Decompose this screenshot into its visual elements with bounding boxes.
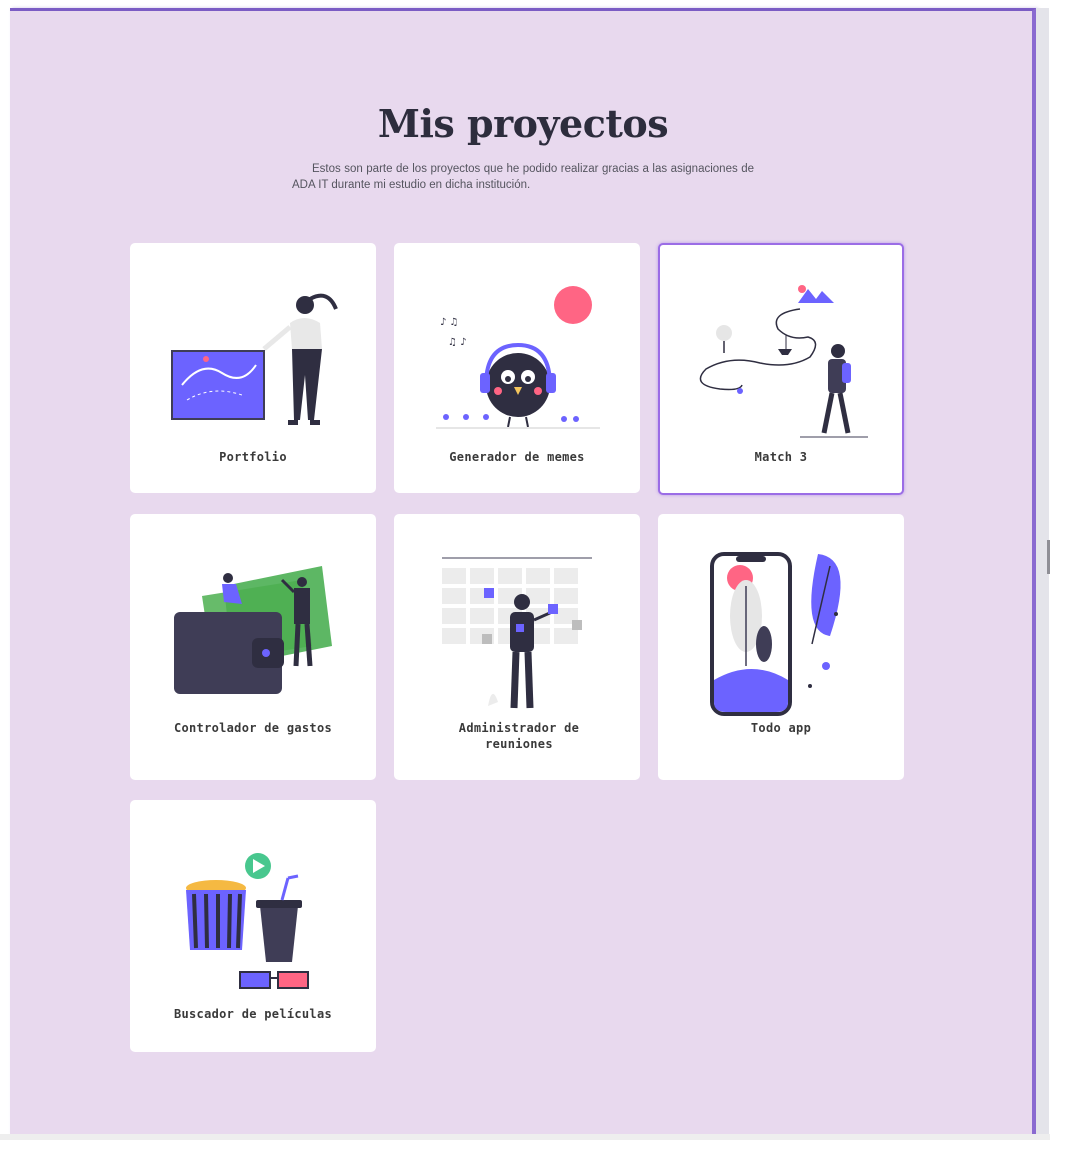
project-card-buscador-de-peliculas[interactable]: Buscador de películas [130,800,376,1052]
scrollbar-thumb[interactable] [1047,540,1050,574]
page-description: Estos son parte de los proyectos que he … [292,163,754,191]
project-card-todo-app[interactable]: Todo app [658,514,904,780]
project-card-portfolio[interactable]: Portfolio [130,243,376,493]
project-label: Todo app [750,721,812,735]
project-label: Match 3 [754,450,808,464]
project-card-administrador-de-reuniones[interactable]: Administrador de reuniones [394,514,640,780]
project-label: Portfolio [219,450,287,464]
project-label: Generador de memes [449,450,585,464]
page-title: Mis proyectos [377,101,669,146]
svg-text:♫ ♪: ♫ ♪ [448,337,467,348]
wallet-with-money-icon [174,566,332,694]
project-label: Buscador de películas [173,1007,333,1021]
bottom-edge [0,1134,1050,1140]
phone-with-leaf-icon [710,552,841,716]
project-card-generador-de-memes[interactable]: ♪ ♫ ♫ ♪ Generador de memes [394,243,640,493]
project-label: Administrador de reuniones [458,721,580,751]
projects-page: Mis proyectos Estos son parte de los pro… [10,8,1036,1134]
svg-text:♪ ♫: ♪ ♫ [440,317,459,328]
project-card-controlador-de-gastos[interactable]: Controlador de gastos [130,514,376,780]
project-label: Controlador de gastos [173,721,333,735]
project-card-match-3[interactable]: Match 3 [658,243,904,495]
